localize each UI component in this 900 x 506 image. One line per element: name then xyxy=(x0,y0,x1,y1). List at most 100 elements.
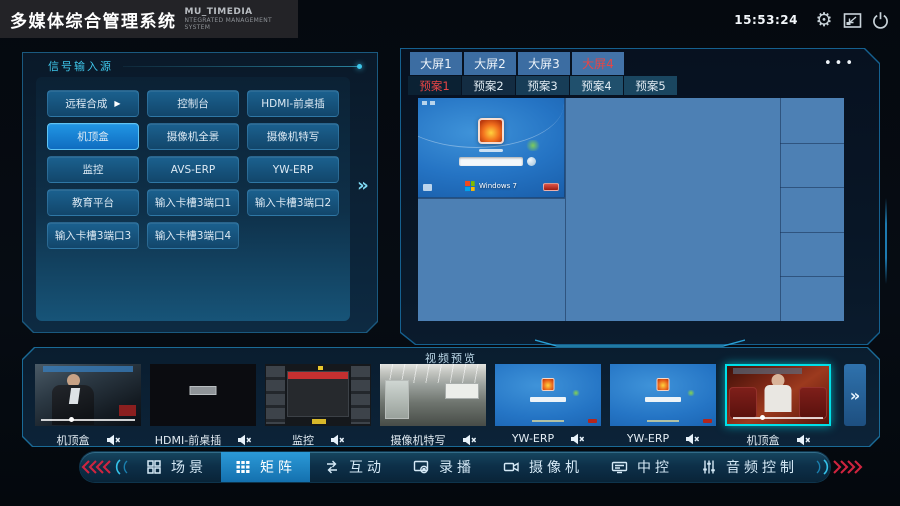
preview-thumb-set-top-box[interactable]: 机顶盒 xyxy=(35,364,141,448)
tab-preset-1[interactable]: 预案1 xyxy=(408,76,461,95)
thumbnail-label: 机顶盒 xyxy=(747,432,780,448)
mute-icon[interactable] xyxy=(685,433,699,445)
source-button-slot3-port1[interactable]: 输入卡槽3端口1 xyxy=(147,189,239,216)
thumbnail-label: 监控 xyxy=(292,432,314,448)
win7-brand-text: Windows 7 xyxy=(479,182,517,190)
record-screen-icon xyxy=(413,459,430,475)
win7-brand-art xyxy=(647,420,679,422)
signal-source-header: 信号输入源 xyxy=(48,58,360,74)
mute-icon[interactable] xyxy=(796,434,810,446)
flag-blue xyxy=(465,187,469,192)
mute-icon[interactable] xyxy=(237,434,251,446)
video-wall-canvas[interactable]: Windows 7 xyxy=(418,98,844,321)
thumbnail-image[interactable] xyxy=(150,364,256,426)
thumbnail-image[interactable] xyxy=(265,364,371,426)
mute-icon[interactable] xyxy=(106,434,120,446)
source-button-camera-closeup[interactable]: 摄像机特写 xyxy=(247,123,339,150)
source-button-slot3-port4[interactable]: 输入卡槽3端口4 xyxy=(147,222,239,249)
source-button-label: 摄像机全景 xyxy=(167,129,220,144)
preview-thumb-monitor[interactable]: 监控 xyxy=(265,364,371,448)
app-subtitle-line1: MU_TIMEDIA xyxy=(185,7,299,17)
source-button-remote-compose[interactable]: 远程合成 ▶ xyxy=(47,90,139,117)
source-button-label: 远程合成 xyxy=(65,96,107,111)
panel-right-decoration xyxy=(885,198,887,284)
source-button-slot3-port2[interactable]: 输入卡槽3端口2 xyxy=(247,189,339,216)
play-arrow-icon: ▶ xyxy=(114,99,120,108)
source-button-monitor[interactable]: 监控 xyxy=(47,156,139,183)
settings-gear-icon[interactable]: ⚙ xyxy=(812,8,836,32)
tab-preset-4[interactable]: 预案4 xyxy=(570,76,623,95)
nvr-dialog-button xyxy=(312,419,326,424)
win7-login-preview-cell[interactable]: Windows 7 xyxy=(418,98,565,198)
source-panel-expand-chevron[interactable]: » xyxy=(352,170,374,200)
flag-green xyxy=(471,181,475,185)
resize-window-icon[interactable] xyxy=(840,8,864,32)
preview-thumb-camera-closeup[interactable]: 摄像机特写 xyxy=(380,364,486,448)
power-icon[interactable] xyxy=(868,8,892,32)
nav-item-label: 音频控制 xyxy=(726,457,798,477)
navbar-right-decoration xyxy=(812,452,864,482)
nav-item-audio-control[interactable]: 音频控制 xyxy=(687,452,812,482)
app-subtitle: MU_TIMEDIA NTEGRATED MANAGEMENT SYSTEM xyxy=(185,7,299,31)
windows-flag-icon xyxy=(465,181,475,191)
source-button-area: 远程合成 ▶ 控制台 HDMI-前桌插 机顶盒 摄像机全景 摄像机特写 监控 A… xyxy=(36,77,350,321)
mode-navbar: 场景 矩阵 互动 xyxy=(80,452,830,482)
nvr-dialog-panel xyxy=(287,371,349,417)
source-button-hdmi-front[interactable]: HDMI-前桌插 xyxy=(247,90,339,117)
thumbnail-scroll-chevron[interactable]: » xyxy=(844,364,866,426)
nav-item-recording[interactable]: 录播 xyxy=(399,452,489,482)
thumbnail-label: YW-ERP xyxy=(627,432,669,445)
control-console-icon xyxy=(611,459,628,475)
video-camera-icon xyxy=(503,459,520,475)
tv-caption-bar xyxy=(733,368,802,374)
mute-icon[interactable] xyxy=(462,434,476,446)
source-button-set-top-box[interactable]: 机顶盒 xyxy=(47,123,139,150)
nav-item-central-control[interactable]: 中控 xyxy=(597,452,687,482)
preview-thumb-hdmi-front[interactable]: HDMI-前桌插 xyxy=(150,364,256,448)
thumbnail-image[interactable] xyxy=(725,364,831,426)
tab-preset-2[interactable]: 预案2 xyxy=(462,76,515,95)
tv-logo-mark xyxy=(119,405,136,416)
preview-thumb-yw-erp-2[interactable]: YW-ERP xyxy=(610,364,716,448)
source-button-label: 输入卡槽3端口4 xyxy=(155,228,231,243)
tab-preset-5[interactable]: 预案5 xyxy=(624,76,677,95)
panel-bottom-notch xyxy=(535,339,745,347)
thumbnail-image[interactable] xyxy=(380,364,486,426)
nav-item-camera[interactable]: 摄像机 xyxy=(489,452,597,482)
tv-person-shirt xyxy=(765,385,792,412)
thumbnail-image[interactable] xyxy=(495,364,601,426)
mute-icon[interactable] xyxy=(570,433,584,445)
source-button-slot3-port3[interactable]: 输入卡槽3端口3 xyxy=(47,222,139,249)
more-options-icon[interactable]: ••• xyxy=(824,56,856,71)
nav-item-interaction[interactable]: 互动 xyxy=(310,452,399,482)
source-button-label: 教育平台 xyxy=(72,195,114,210)
tab-screen-4[interactable]: 大屏4 xyxy=(572,52,624,75)
nav-item-scene[interactable]: 场景 xyxy=(132,452,221,482)
tab-screen-2[interactable]: 大屏2 xyxy=(464,52,516,75)
source-button-avs-erp[interactable]: AVS-ERP xyxy=(147,156,239,183)
app-subtitle-line2: NTEGRATED MANAGEMENT SYSTEM xyxy=(185,17,299,31)
grid-line-horizontal xyxy=(780,143,844,144)
preview-thumb-set-top-box-selected[interactable]: 机顶盒 xyxy=(725,364,831,448)
tab-label: 预案1 xyxy=(419,78,449,94)
thumbnail-image[interactable] xyxy=(610,364,716,426)
grid-line-horizontal xyxy=(780,187,844,188)
tab-label: 大屏2 xyxy=(474,55,506,72)
nav-item-matrix[interactable]: 矩阵 xyxy=(221,452,310,482)
navbar-left-decoration xyxy=(80,452,132,482)
source-button-yw-erp[interactable]: YW-ERP xyxy=(247,156,339,183)
tab-preset-3[interactable]: 预案3 xyxy=(516,76,569,95)
source-button-camera-panorama[interactable]: 摄像机全景 xyxy=(147,123,239,150)
win7-input-art xyxy=(645,397,681,402)
source-button-console[interactable]: 控制台 xyxy=(147,90,239,117)
source-button-education-platform[interactable]: 教育平台 xyxy=(47,189,139,216)
tab-screen-1[interactable]: 大屏1 xyxy=(410,52,462,75)
win7-avatar-art xyxy=(542,378,555,391)
preview-thumb-yw-erp-1[interactable]: YW-ERP xyxy=(495,364,601,448)
tv-progress-bar xyxy=(733,417,823,419)
tab-label: 预案3 xyxy=(527,78,557,94)
win7-user-avatar xyxy=(478,118,504,144)
tab-screen-3[interactable]: 大屏3 xyxy=(518,52,570,75)
thumbnail-image[interactable] xyxy=(35,364,141,426)
mute-icon[interactable] xyxy=(330,434,344,446)
